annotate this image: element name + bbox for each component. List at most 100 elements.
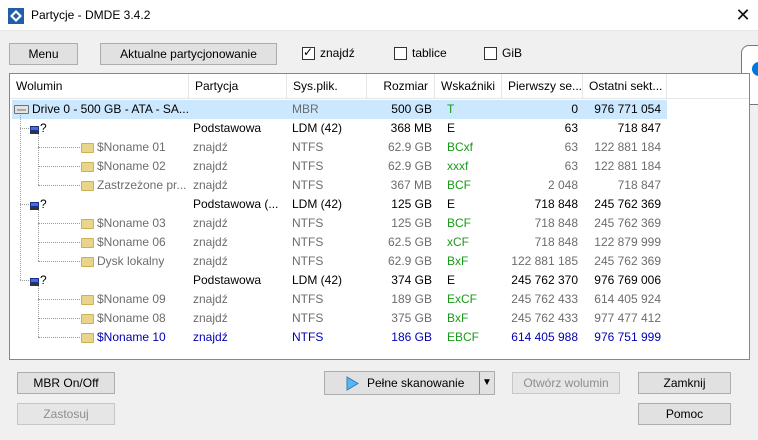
- filesystem: NTFS: [292, 330, 324, 344]
- partition-type: znajdź: [193, 254, 228, 268]
- size: 186 GB: [391, 330, 432, 344]
- filesystem: NTFS: [292, 292, 324, 306]
- volume-row[interactable]: $Noname 09 znajdź NTFS 189 GB ExCF 245 762 43…: [10, 290, 749, 309]
- volume-name: ?: [40, 273, 47, 287]
- gib-checkbox[interactable]: GiB: [484, 45, 522, 61]
- last-sector: 976 769 006: [594, 273, 661, 287]
- size: 500 GB: [391, 102, 432, 116]
- volume-row[interactable]: Zastrzeżone pr... znajdź NTFS 367 MB BCF 2 04…: [10, 176, 749, 195]
- filesystem: NTFS: [292, 254, 324, 268]
- volume-name: $Noname 08: [97, 311, 166, 325]
- flags: EBCF: [447, 330, 480, 344]
- tree-connector-line: [38, 134, 39, 185]
- partition-type: Podstawowa: [193, 121, 262, 135]
- dropdown-arrow-icon[interactable]: ▼: [482, 372, 492, 394]
- column-header-last-sector[interactable]: Ostatni sekt...: [583, 74, 667, 99]
- filesystem: LDM (42): [292, 121, 343, 135]
- volume-row[interactable]: $Noname 10 znajdź NTFS 186 GB EBCF 614 405 98…: [10, 328, 749, 347]
- tree-connector-line: [38, 223, 80, 224]
- size: 368 MB: [390, 121, 432, 135]
- find-checkbox-label: znajdź: [320, 46, 355, 60]
- folder-icon: [81, 295, 94, 305]
- partition-table[interactable]: Wolumin Partycja Sys.plik. Rozmiar Wskaź…: [9, 73, 750, 360]
- hard-drive-icon: [14, 105, 29, 114]
- size: 125 GB: [391, 216, 432, 230]
- open-volume-button[interactable]: Otwórz wolumin: [512, 372, 620, 394]
- tree-connector-line: [38, 261, 80, 262]
- filesystem: NTFS: [292, 178, 324, 192]
- partition-type: znajdź: [193, 330, 228, 344]
- partition-type: Podstawowa (...: [193, 197, 279, 211]
- filesystem: NTFS: [292, 235, 324, 249]
- first-sector: 245 762 433: [511, 311, 578, 325]
- flags: BCxf: [447, 140, 474, 154]
- last-sector: 122 881 184: [594, 140, 661, 154]
- gib-checkbox-label: GiB: [502, 46, 523, 60]
- partition-type: Podstawowa: [193, 273, 262, 287]
- first-sector: 63: [564, 140, 578, 154]
- column-header-flags[interactable]: Wskaźniki: [435, 74, 502, 99]
- folder-icon: [81, 257, 94, 267]
- folder-icon: [81, 219, 94, 229]
- find-checkbox[interactable]: ✓ znajdź: [302, 45, 355, 61]
- volume-row[interactable]: $Noname 01 znajdź NTFS 62.9 GB BCxf 63 122 881…: [10, 138, 749, 157]
- close-button[interactable]: Zamknij: [638, 372, 731, 394]
- help-button[interactable]: Pomoc: [638, 403, 731, 425]
- flags: E: [447, 121, 456, 135]
- volume-name: $Noname 06: [97, 235, 166, 249]
- partition-group-row[interactable]: ? Podstawowa (... LDM (42) 125 GB E 718 848 24…: [10, 195, 749, 214]
- mbr-toggle-button[interactable]: MBR On/Off: [17, 372, 115, 394]
- volume-name: ?: [40, 121, 47, 135]
- first-sector: 63: [564, 159, 578, 173]
- last-sector: 718 847: [617, 178, 661, 192]
- drive-row[interactable]: Drive 0 - 500 GB - ATA - SA... MBR 500 GB T…: [10, 100, 749, 119]
- find-checkbox-box[interactable]: ✓: [302, 45, 315, 60]
- close-icon[interactable]: ✕: [733, 3, 753, 27]
- tables-checkbox-box[interactable]: [394, 46, 407, 60]
- size: 62.9 GB: [387, 159, 432, 173]
- column-header-size[interactable]: Rozmiar: [367, 74, 435, 99]
- tree-connector-line: [20, 204, 29, 205]
- menu-button-label: Menu: [28, 47, 59, 61]
- volume-row[interactable]: Dysk lokalny znajdź NTFS 62.9 GB BxF 122 881 …: [10, 252, 749, 271]
- title-bar: Partycje - DMDE 3.4.2 ✕: [0, 0, 758, 31]
- gib-checkbox-box[interactable]: [484, 46, 497, 60]
- size: 125 GB: [391, 197, 432, 211]
- flags: E: [447, 197, 456, 211]
- menu-button[interactable]: Menu: [9, 43, 78, 65]
- full-scan-button[interactable]: Pełne skanowanie ▼: [324, 371, 495, 395]
- filesystem: NTFS: [292, 140, 324, 154]
- column-header-volume[interactable]: Wolumin: [10, 74, 189, 99]
- current-partitioning-button[interactable]: Aktualne partycjonowanie: [100, 43, 277, 65]
- flags: E: [447, 273, 456, 287]
- volume-name: $Noname 03: [97, 216, 166, 230]
- volume-row[interactable]: $Noname 02 znajdź NTFS 62.9 GB xxxf 63 122 881…: [10, 157, 749, 176]
- volume-name: Dysk lokalny: [97, 254, 165, 268]
- size: 189 GB: [391, 292, 432, 306]
- flags: ExCF: [447, 292, 477, 306]
- column-header-filesystem[interactable]: Sys.plik.: [287, 74, 367, 99]
- split-divider: [479, 372, 480, 394]
- volume-name: $Noname 02: [97, 159, 166, 173]
- partition-type: [193, 100, 285, 119]
- partition-group-row[interactable]: ? Podstawowa LDM (42) 368 MB E 63 718 847: [10, 119, 749, 138]
- flags: xCF: [447, 235, 469, 249]
- volume-row[interactable]: $Noname 06 znajdź NTFS 62.5 GB xCF 718 848 122…: [10, 233, 749, 252]
- tree-connector-line: [38, 286, 39, 337]
- first-sector: 718 848: [534, 197, 578, 211]
- volume-row[interactable]: $Noname 08 znajdź NTFS 375 GB BxF 245 762 433…: [10, 309, 749, 328]
- first-sector: 122 881 185: [511, 254, 578, 268]
- first-sector: 2 048: [547, 178, 578, 192]
- volume-row[interactable]: $Noname 03 znajdź NTFS 125 GB BCF 718 848 245 …: [10, 214, 749, 233]
- filesystem: LDM (42): [292, 197, 343, 211]
- column-header-partition[interactable]: Partycja: [189, 74, 287, 99]
- partition-group-row[interactable]: ? Podstawowa LDM (42) 374 GB E 245 762 370 976…: [10, 271, 749, 290]
- flags: BCF: [447, 178, 471, 192]
- column-header-first-sector[interactable]: Pierwszy se...: [502, 74, 583, 99]
- flags: BCF: [447, 216, 471, 230]
- tables-checkbox[interactable]: tablice: [394, 45, 447, 61]
- last-sector: 122 881 184: [594, 159, 661, 173]
- apply-button[interactable]: Zastosuj: [17, 403, 115, 425]
- flags: T: [447, 102, 455, 116]
- flags: xxxf: [447, 159, 469, 173]
